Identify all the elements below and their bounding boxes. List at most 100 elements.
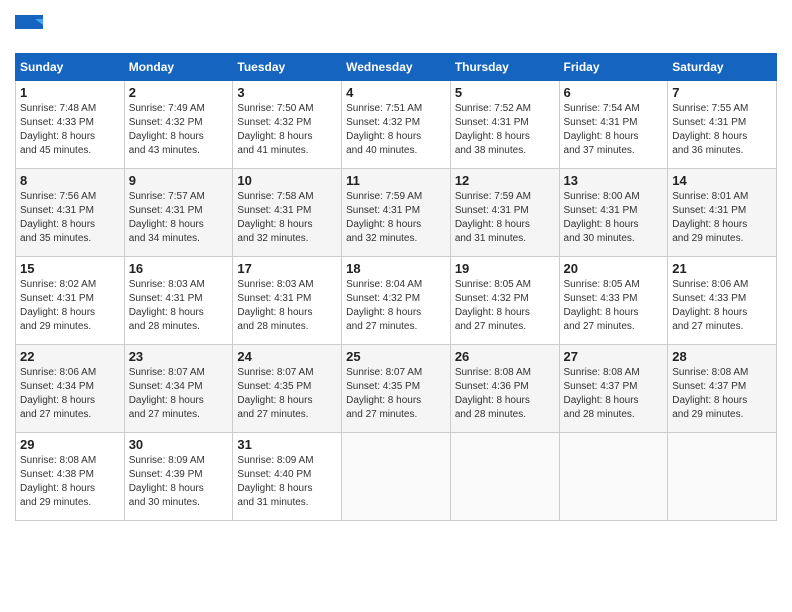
cell-text: Sunrise: 8:08 AM Sunset: 4:38 PM Dayligh… bbox=[20, 454, 120, 510]
calendar-day-cell: 29 Sunrise: 8:08 AM Sunset: 4:38 PM Dayl… bbox=[16, 433, 125, 521]
day-number: 8 bbox=[20, 173, 120, 188]
cell-text: Sunrise: 7:59 AM Sunset: 4:31 PM Dayligh… bbox=[455, 190, 555, 246]
calendar-day-cell: 3 Sunrise: 7:50 AM Sunset: 4:32 PM Dayli… bbox=[233, 81, 342, 169]
cell-text: Sunrise: 7:49 AM Sunset: 4:32 PM Dayligh… bbox=[129, 102, 229, 158]
calendar-day-cell: 31 Sunrise: 8:09 AM Sunset: 4:40 PM Dayl… bbox=[233, 433, 342, 521]
day-number: 26 bbox=[455, 349, 555, 364]
cell-text: Sunrise: 8:00 AM Sunset: 4:31 PM Dayligh… bbox=[564, 190, 664, 246]
calendar-day-cell: 28 Sunrise: 8:08 AM Sunset: 4:37 PM Dayl… bbox=[668, 345, 777, 433]
cell-text: Sunrise: 7:48 AM Sunset: 4:33 PM Dayligh… bbox=[20, 102, 120, 158]
cell-text: Sunrise: 8:07 AM Sunset: 4:34 PM Dayligh… bbox=[129, 366, 229, 422]
cell-text: Sunrise: 7:54 AM Sunset: 4:31 PM Dayligh… bbox=[564, 102, 664, 158]
cell-text: Sunrise: 7:52 AM Sunset: 4:31 PM Dayligh… bbox=[455, 102, 555, 158]
calendar-day-cell: 17 Sunrise: 8:03 AM Sunset: 4:31 PM Dayl… bbox=[233, 257, 342, 345]
day-number: 2 bbox=[129, 85, 229, 100]
day-number: 6 bbox=[564, 85, 664, 100]
cell-text: Sunrise: 7:58 AM Sunset: 4:31 PM Dayligh… bbox=[237, 190, 337, 246]
cell-text: Sunrise: 8:04 AM Sunset: 4:32 PM Dayligh… bbox=[346, 278, 446, 334]
day-number: 5 bbox=[455, 85, 555, 100]
cell-text: Sunrise: 8:07 AM Sunset: 4:35 PM Dayligh… bbox=[237, 366, 337, 422]
day-number: 14 bbox=[672, 173, 772, 188]
calendar-day-cell: 5 Sunrise: 7:52 AM Sunset: 4:31 PM Dayli… bbox=[450, 81, 559, 169]
calendar-day-cell: 6 Sunrise: 7:54 AM Sunset: 4:31 PM Dayli… bbox=[559, 81, 668, 169]
cell-text: Sunrise: 7:51 AM Sunset: 4:32 PM Dayligh… bbox=[346, 102, 446, 158]
day-number: 31 bbox=[237, 437, 337, 452]
calendar-day-cell: 12 Sunrise: 7:59 AM Sunset: 4:31 PM Dayl… bbox=[450, 169, 559, 257]
calendar-week-row: 1 Sunrise: 7:48 AM Sunset: 4:33 PM Dayli… bbox=[16, 81, 777, 169]
day-number: 1 bbox=[20, 85, 120, 100]
cell-text: Sunrise: 8:06 AM Sunset: 4:33 PM Dayligh… bbox=[672, 278, 772, 334]
day-number: 28 bbox=[672, 349, 772, 364]
calendar-day-cell: 1 Sunrise: 7:48 AM Sunset: 4:33 PM Dayli… bbox=[16, 81, 125, 169]
calendar-day-cell: 10 Sunrise: 7:58 AM Sunset: 4:31 PM Dayl… bbox=[233, 169, 342, 257]
cell-text: Sunrise: 7:59 AM Sunset: 4:31 PM Dayligh… bbox=[346, 190, 446, 246]
day-number: 27 bbox=[564, 349, 664, 364]
day-number: 23 bbox=[129, 349, 229, 364]
calendar-day-cell: 22 Sunrise: 8:06 AM Sunset: 4:34 PM Dayl… bbox=[16, 345, 125, 433]
cell-text: Sunrise: 8:05 AM Sunset: 4:33 PM Dayligh… bbox=[564, 278, 664, 334]
weekday-header-cell: Saturday bbox=[668, 54, 777, 81]
cell-text: Sunrise: 8:05 AM Sunset: 4:32 PM Dayligh… bbox=[455, 278, 555, 334]
day-number: 20 bbox=[564, 261, 664, 276]
calendar-day-cell: 11 Sunrise: 7:59 AM Sunset: 4:31 PM Dayl… bbox=[342, 169, 451, 257]
calendar-day-cell: 7 Sunrise: 7:55 AM Sunset: 4:31 PM Dayli… bbox=[668, 81, 777, 169]
day-number: 4 bbox=[346, 85, 446, 100]
calendar-day-cell: 2 Sunrise: 7:49 AM Sunset: 4:32 PM Dayli… bbox=[124, 81, 233, 169]
cell-text: Sunrise: 8:08 AM Sunset: 4:37 PM Dayligh… bbox=[672, 366, 772, 422]
calendar-day-cell: 13 Sunrise: 8:00 AM Sunset: 4:31 PM Dayl… bbox=[559, 169, 668, 257]
calendar-day-cell: 9 Sunrise: 7:57 AM Sunset: 4:31 PM Dayli… bbox=[124, 169, 233, 257]
cell-text: Sunrise: 7:56 AM Sunset: 4:31 PM Dayligh… bbox=[20, 190, 120, 246]
calendar-table: SundayMondayTuesdayWednesdayThursdayFrid… bbox=[15, 53, 777, 521]
calendar-day-cell: 8 Sunrise: 7:56 AM Sunset: 4:31 PM Dayli… bbox=[16, 169, 125, 257]
calendar-week-row: 29 Sunrise: 8:08 AM Sunset: 4:38 PM Dayl… bbox=[16, 433, 777, 521]
logo-icon bbox=[15, 15, 43, 43]
day-number: 13 bbox=[564, 173, 664, 188]
day-number: 10 bbox=[237, 173, 337, 188]
cell-text: Sunrise: 8:06 AM Sunset: 4:34 PM Dayligh… bbox=[20, 366, 120, 422]
calendar-day-cell: 19 Sunrise: 8:05 AM Sunset: 4:32 PM Dayl… bbox=[450, 257, 559, 345]
cell-text: Sunrise: 8:08 AM Sunset: 4:37 PM Dayligh… bbox=[564, 366, 664, 422]
cell-text: Sunrise: 8:03 AM Sunset: 4:31 PM Dayligh… bbox=[129, 278, 229, 334]
page-header bbox=[15, 15, 777, 43]
calendar-day-cell: 16 Sunrise: 8:03 AM Sunset: 4:31 PM Dayl… bbox=[124, 257, 233, 345]
calendar-day-cell: 4 Sunrise: 7:51 AM Sunset: 4:32 PM Dayli… bbox=[342, 81, 451, 169]
day-number: 21 bbox=[672, 261, 772, 276]
day-number: 15 bbox=[20, 261, 120, 276]
calendar-day-cell: 23 Sunrise: 8:07 AM Sunset: 4:34 PM Dayl… bbox=[124, 345, 233, 433]
day-number: 29 bbox=[20, 437, 120, 452]
cell-text: Sunrise: 8:09 AM Sunset: 4:39 PM Dayligh… bbox=[129, 454, 229, 510]
calendar-week-row: 15 Sunrise: 8:02 AM Sunset: 4:31 PM Dayl… bbox=[16, 257, 777, 345]
calendar-day-cell bbox=[668, 433, 777, 521]
weekday-header-cell: Tuesday bbox=[233, 54, 342, 81]
calendar-day-cell: 20 Sunrise: 8:05 AM Sunset: 4:33 PM Dayl… bbox=[559, 257, 668, 345]
cell-text: Sunrise: 8:08 AM Sunset: 4:36 PM Dayligh… bbox=[455, 366, 555, 422]
calendar-day-cell: 18 Sunrise: 8:04 AM Sunset: 4:32 PM Dayl… bbox=[342, 257, 451, 345]
calendar-day-cell: 30 Sunrise: 8:09 AM Sunset: 4:39 PM Dayl… bbox=[124, 433, 233, 521]
calendar-day-cell bbox=[450, 433, 559, 521]
cell-text: Sunrise: 8:09 AM Sunset: 4:40 PM Dayligh… bbox=[237, 454, 337, 510]
day-number: 22 bbox=[20, 349, 120, 364]
calendar-day-cell: 15 Sunrise: 8:02 AM Sunset: 4:31 PM Dayl… bbox=[16, 257, 125, 345]
weekday-header-row: SundayMondayTuesdayWednesdayThursdayFrid… bbox=[16, 54, 777, 81]
calendar-day-cell: 25 Sunrise: 8:07 AM Sunset: 4:35 PM Dayl… bbox=[342, 345, 451, 433]
day-number: 19 bbox=[455, 261, 555, 276]
cell-text: Sunrise: 8:03 AM Sunset: 4:31 PM Dayligh… bbox=[237, 278, 337, 334]
day-number: 16 bbox=[129, 261, 229, 276]
day-number: 12 bbox=[455, 173, 555, 188]
logo bbox=[15, 15, 47, 43]
weekday-header-cell: Sunday bbox=[16, 54, 125, 81]
day-number: 25 bbox=[346, 349, 446, 364]
calendar-day-cell: 26 Sunrise: 8:08 AM Sunset: 4:36 PM Dayl… bbox=[450, 345, 559, 433]
day-number: 11 bbox=[346, 173, 446, 188]
cell-text: Sunrise: 8:07 AM Sunset: 4:35 PM Dayligh… bbox=[346, 366, 446, 422]
calendar-week-row: 8 Sunrise: 7:56 AM Sunset: 4:31 PM Dayli… bbox=[16, 169, 777, 257]
calendar-day-cell bbox=[342, 433, 451, 521]
day-number: 3 bbox=[237, 85, 337, 100]
calendar-week-row: 22 Sunrise: 8:06 AM Sunset: 4:34 PM Dayl… bbox=[16, 345, 777, 433]
calendar-day-cell bbox=[559, 433, 668, 521]
cell-text: Sunrise: 7:55 AM Sunset: 4:31 PM Dayligh… bbox=[672, 102, 772, 158]
day-number: 17 bbox=[237, 261, 337, 276]
day-number: 18 bbox=[346, 261, 446, 276]
cell-text: Sunrise: 7:50 AM Sunset: 4:32 PM Dayligh… bbox=[237, 102, 337, 158]
cell-text: Sunrise: 8:02 AM Sunset: 4:31 PM Dayligh… bbox=[20, 278, 120, 334]
